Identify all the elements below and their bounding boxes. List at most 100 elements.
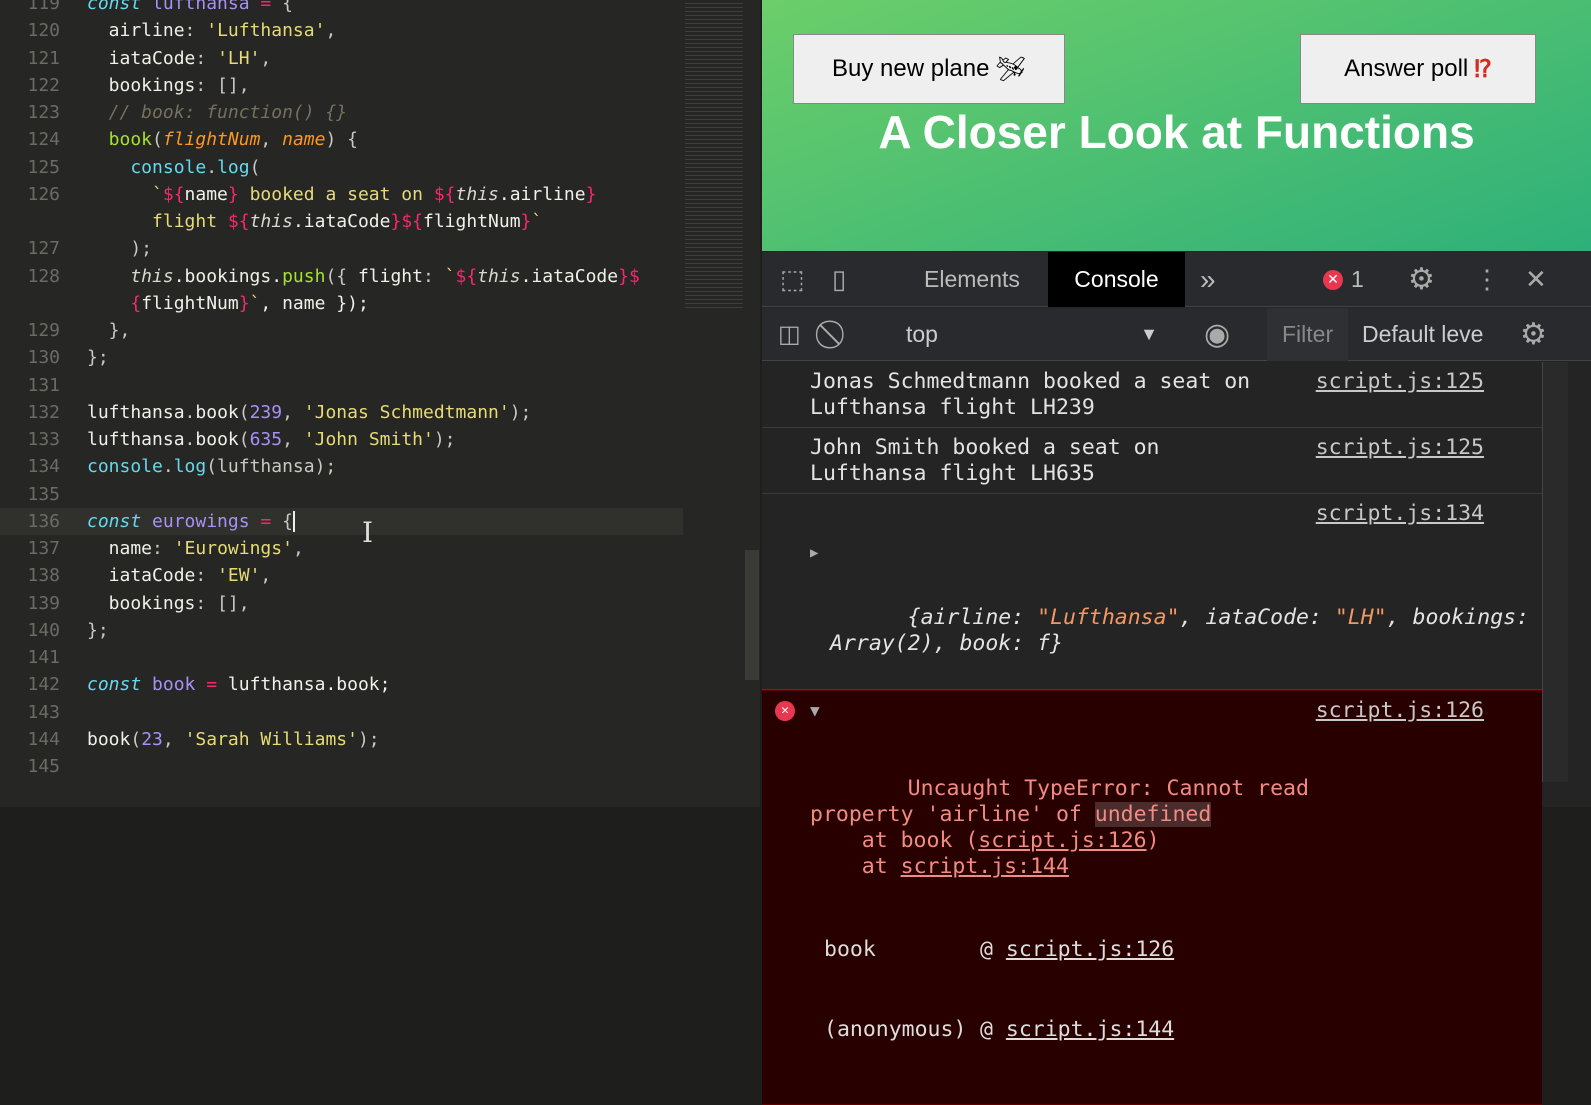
context-select[interactable]: top ▼ (906, 308, 1166, 361)
more-options-icon[interactable]: ⋮ (1474, 252, 1500, 307)
code-token: : (152, 538, 174, 559)
code-token: 'Eurowings' (173, 538, 293, 559)
dropdown-arrow-icon: ▼ (1140, 324, 1158, 344)
code-line[interactable]: 125 console.log( (0, 154, 683, 181)
buy-plane-button[interactable]: Buy new plane 🛩 (793, 34, 1065, 104)
source-link[interactable]: script.js:125 (1316, 369, 1484, 395)
code-text: const book = lufthansa.book; (87, 671, 390, 698)
code-editor[interactable]: 119 const lufthansa = {120 airline: 'Luft… (0, 0, 760, 807)
code-line[interactable]: 131 (0, 372, 683, 399)
live-expression-eye-icon[interactable]: ◉ (1204, 308, 1230, 361)
code-token: log (173, 456, 207, 478)
code-token: ${ (227, 211, 250, 232)
code-line[interactable]: {flightNum}`, name }); (0, 290, 683, 317)
code-token: console (87, 456, 163, 478)
error-counter[interactable]: ✕ 1 (1323, 252, 1364, 307)
code-text: iataCode: 'LH', (87, 45, 272, 72)
source-link[interactable]: script.js:126 (1316, 698, 1484, 724)
code-line[interactable]: 119 const lufthansa = { (0, 0, 683, 17)
stack-link[interactable]: script.js:126 (978, 828, 1146, 853)
code-token: { (282, 0, 293, 14)
source-link[interactable]: script.js:134 (1316, 501, 1484, 527)
code-token: ${ (455, 265, 478, 287)
code-token: } (520, 211, 532, 232)
expand-triangle-icon[interactable]: ▶ (810, 540, 818, 566)
settings-gear-icon[interactable]: ⚙ (1408, 252, 1435, 307)
code-line[interactable]: 130}; (0, 344, 683, 371)
code-line[interactable]: 128 this.bookings.push({ flight: `${this… (0, 263, 683, 290)
more-tabs-icon[interactable]: » (1200, 252, 1216, 307)
collapse-triangle-icon[interactable]: ▼ (810, 698, 820, 724)
code-token: : (184, 20, 207, 42)
code-token: flightNum (141, 292, 239, 314)
code-line[interactable]: 144 book(23, 'Sarah Williams'); (0, 726, 683, 753)
error-icon: ✕ (1323, 269, 1343, 290)
code-line[interactable]: flight ${this.iataCode}${flightNum}` (0, 208, 683, 235)
code-token: , (282, 401, 304, 423)
code-token: push (282, 265, 326, 287)
code-line[interactable]: 136 const eurowings = { (0, 507, 683, 535)
stack-link[interactable]: script.js:126 (1006, 937, 1174, 962)
code-token: const (87, 510, 142, 532)
filter-input[interactable]: Filter (1267, 308, 1349, 361)
console-settings-icon[interactable]: ⚙ (1520, 308, 1547, 361)
stack-frame: ) (1146, 828, 1160, 853)
code-line[interactable]: 143 (0, 699, 683, 726)
code-line[interactable]: 126 `${name} booked a seat on ${this.air… (0, 181, 683, 208)
line-number: 133 (27, 429, 60, 450)
code-token: , (282, 429, 304, 450)
code-line[interactable]: 135 (0, 481, 683, 508)
code-line[interactable]: 141 (0, 644, 683, 671)
code-line[interactable]: 123 // book: function() {} (0, 99, 683, 126)
code-token: ); (509, 401, 532, 423)
code-line[interactable]: 145 (0, 753, 683, 780)
code-line[interactable]: 142 const book = lufthansa.book; (0, 671, 683, 698)
code-token: .bookings. (173, 265, 283, 287)
code-line[interactable]: 121 iataCode: 'LH', (0, 45, 683, 72)
code-text: bookings: [], (87, 72, 250, 99)
device-toolbar-icon[interactable]: ▯ (832, 252, 846, 307)
log-levels-select[interactable]: Default leve (1362, 308, 1500, 361)
code-line[interactable]: 134 console.log(lufthansa); (0, 453, 683, 480)
code-line[interactable]: 139 bookings: [], (0, 590, 683, 617)
code-line[interactable]: 137 name: 'Eurowings', (0, 535, 683, 562)
code-line[interactable]: 133 lufthansa.book(635, 'John Smith'); (0, 426, 683, 453)
answer-poll-button[interactable]: Answer poll ⁉ (1300, 34, 1536, 104)
answer-poll-label: Answer poll (1344, 55, 1469, 82)
code-line[interactable]: 124 book(flightNum, name) { (0, 126, 683, 153)
code-token: : (422, 265, 445, 287)
stack-link[interactable]: script.js:144 (1006, 1017, 1174, 1042)
code-token: , (162, 728, 185, 750)
code-token: (lufthansa); (206, 456, 337, 478)
tab-console[interactable]: Console (1048, 252, 1185, 307)
code-line[interactable]: 129 }, (0, 317, 683, 344)
code-line[interactable]: 138 iataCode: 'EW', (0, 562, 683, 589)
line-number: 126 (27, 183, 60, 205)
editor-scrollbar[interactable] (745, 550, 759, 680)
code-line[interactable]: 132 lufthansa.book(239, 'Jonas Schmedtman… (0, 399, 683, 426)
text-cursor-icon: I (362, 516, 374, 549)
inspect-element-icon[interactable]: ⬚ (780, 252, 805, 307)
code-line[interactable]: 120 airline: 'Lufthansa', (0, 17, 683, 44)
tab-elements[interactable]: Elements (924, 252, 1020, 307)
object-key: , iataCode: (1179, 605, 1335, 630)
minimap[interactable] (685, 0, 743, 310)
code-line[interactable]: 140}; (0, 617, 683, 644)
sidebar-toggle-icon[interactable]: ◫ (778, 308, 801, 361)
code-line[interactable]: 127 ); (0, 235, 683, 262)
code-token: book (87, 728, 131, 750)
code-token: this (87, 265, 174, 287)
code-lines[interactable]: 119 const lufthansa = {120 airline: 'Luft… (0, 0, 683, 780)
close-devtools-icon[interactable]: ✕ (1525, 252, 1547, 307)
source-link[interactable]: script.js:125 (1316, 435, 1484, 461)
code-token: name (184, 183, 228, 205)
stack-link[interactable]: script.js:144 (901, 854, 1069, 879)
object-value: "Lufthansa" (1037, 605, 1180, 630)
code-line[interactable]: 122 bookings: [], (0, 72, 683, 99)
console-object-message[interactable]: script.js:134 ▶ {airline: "Lufthansa", i… (762, 494, 1542, 690)
code-token: ); (433, 429, 456, 450)
line-number: 127 (27, 238, 60, 260)
line-number: 142 (27, 674, 60, 696)
console-scrollbar[interactable] (1542, 362, 1568, 782)
